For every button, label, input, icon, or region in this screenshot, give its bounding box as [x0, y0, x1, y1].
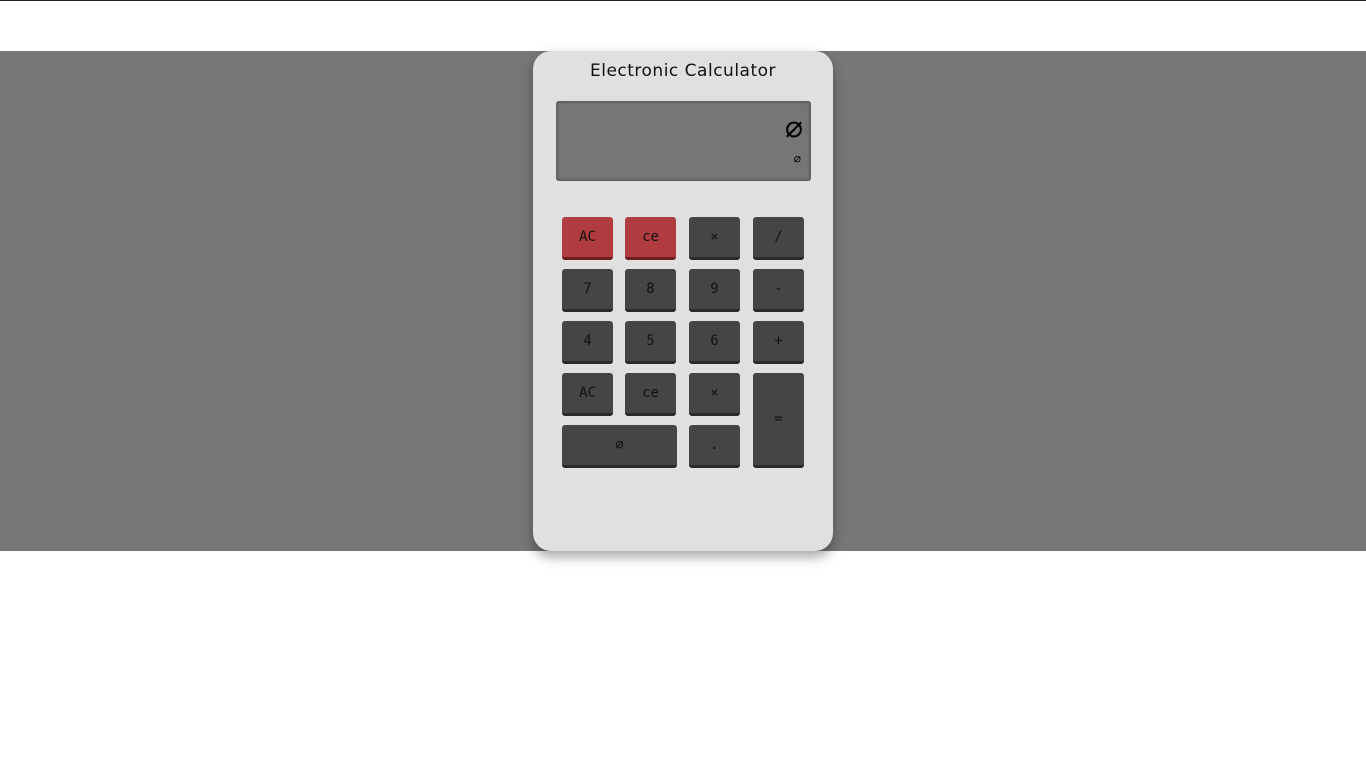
digit-7-button[interactable]: 7 [562, 269, 613, 312]
multiply-button-secondary[interactable]: × [689, 373, 740, 416]
calculator-title: Electronic Calculator [589, 61, 777, 81]
top-border-line [0, 0, 1366, 1]
digit-5-button[interactable]: 5 [625, 321, 676, 364]
all-clear-button[interactable]: AC [562, 217, 613, 260]
clear-entry-button-secondary[interactable]: ce [625, 373, 676, 416]
digit-9-button[interactable]: 9 [689, 269, 740, 312]
multiply-button[interactable]: × [689, 217, 740, 260]
calculator-display: ∅ ∅ [556, 101, 811, 181]
digit-8-button[interactable]: 8 [625, 269, 676, 312]
all-clear-button-secondary[interactable]: AC [562, 373, 613, 416]
subtract-button[interactable]: - [753, 269, 804, 312]
digit-4-button[interactable]: 4 [562, 321, 613, 364]
digit-0-button[interactable]: ∅ [562, 425, 677, 468]
display-main-value: ∅ [784, 112, 803, 147]
equals-button[interactable]: = [753, 373, 804, 468]
calculator-body: Electronic Calculator ∅ ∅ AC ce × / 7 8 … [533, 51, 833, 551]
clear-entry-button[interactable]: ce [625, 217, 676, 260]
divide-button[interactable]: / [753, 217, 804, 260]
decimal-point-button[interactable]: . [689, 425, 740, 468]
display-history-value: ∅ [793, 152, 801, 166]
digit-6-button[interactable]: 6 [689, 321, 740, 364]
add-button[interactable]: + [753, 321, 804, 364]
